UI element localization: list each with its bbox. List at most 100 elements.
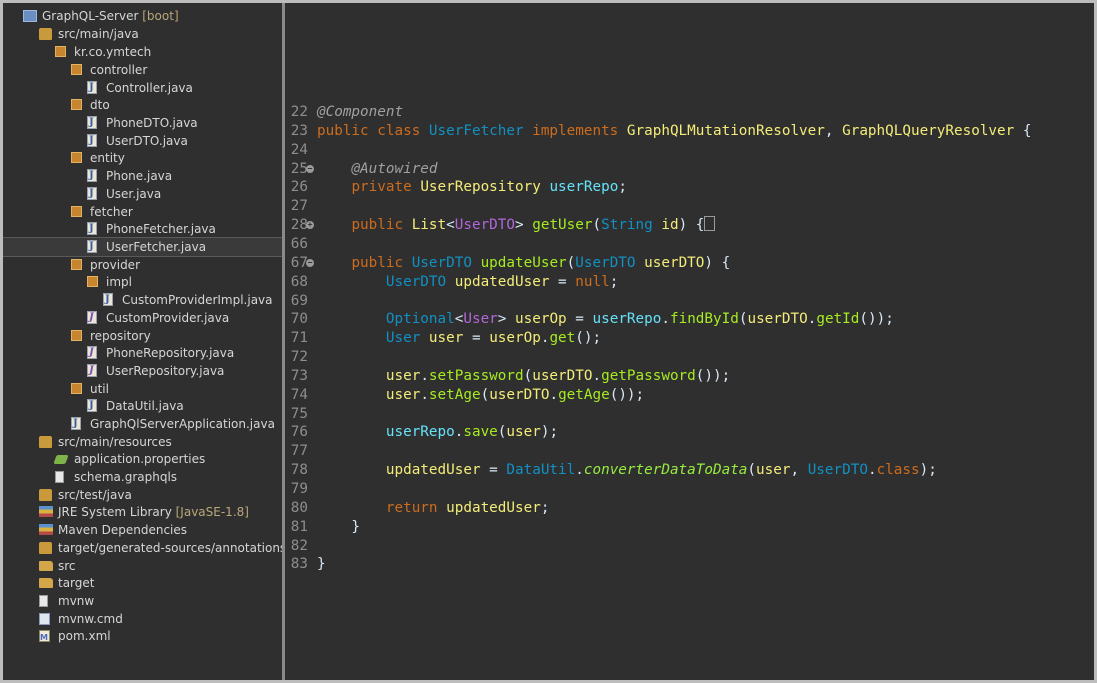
expand-arrow-icon[interactable]: [71, 344, 81, 362]
tree-item[interactable]: src: [3, 557, 282, 575]
expand-arrow-icon[interactable]: [71, 79, 81, 97]
code-editor[interactable]: 22 @Component 23 public class UserFetcher i…: [285, 3, 1094, 680]
tree-item[interactable]: UserDTO.java: [3, 132, 282, 150]
code-line[interactable]: 75: [285, 405, 1094, 424]
expand-arrow-icon[interactable]: [71, 238, 81, 256]
code-line[interactable]: 23 public class UserFetcher implements Gr…: [285, 122, 1094, 141]
code-line[interactable]: 24: [285, 141, 1094, 160]
code-line[interactable]: 74 user.setAge(userDTO.getAge());: [285, 386, 1094, 405]
code-line[interactable]: 68 UserDTO updatedUser = null;: [285, 273, 1094, 292]
code-line[interactable]: 70 Optional<User> userOp = userRepo.find…: [285, 310, 1094, 329]
expand-arrow-icon[interactable]: [71, 114, 81, 132]
collapse-arrow-icon[interactable]: [23, 25, 33, 43]
tree-item[interactable]: src/main/java: [3, 25, 282, 43]
code-line[interactable]: 22 @Component: [285, 103, 1094, 122]
tree-item[interactable]: util: [3, 380, 282, 398]
tree-item[interactable]: target: [3, 574, 282, 592]
tree-item[interactable]: dto: [3, 96, 282, 114]
expand-arrow-icon[interactable]: [23, 521, 33, 539]
tree-item[interactable]: CustomProvider.java: [3, 309, 282, 327]
expand-arrow-icon[interactable]: [23, 503, 33, 521]
expand-arrow-icon[interactable]: [71, 362, 81, 380]
expand-arrow-icon[interactable]: [71, 185, 81, 203]
code-line[interactable]: 71 User user = userOp.get();: [285, 329, 1094, 348]
tree-item[interactable]: CustomProviderImpl.java: [3, 291, 282, 309]
folded-code-marker[interactable]: [704, 216, 716, 231]
collapse-arrow-icon[interactable]: [23, 433, 33, 451]
tree-item[interactable]: Phone.java: [3, 167, 282, 185]
tree-item[interactable]: application.properties: [3, 450, 282, 468]
code-line[interactable]: 79: [285, 480, 1094, 499]
tree-item[interactable]: Controller.java: [3, 79, 282, 97]
collapse-arrow-icon[interactable]: [55, 327, 65, 345]
code-line[interactable]: 27: [285, 197, 1094, 216]
tree-item[interactable]: entity: [3, 149, 282, 167]
code-line[interactable]: 26 private UserRepository userRepo;: [285, 178, 1094, 197]
code-line[interactable]: 82: [285, 537, 1094, 556]
tree-item[interactable]: Maven Dependencies: [3, 521, 282, 539]
expand-arrow-icon[interactable]: [71, 397, 81, 415]
tree-item[interactable]: JRE System Library [JavaSE-1.8]: [3, 503, 282, 521]
tree-item[interactable]: repository: [3, 327, 282, 345]
tree-item[interactable]: impl: [3, 273, 282, 291]
tree-item[interactable]: pom.xml: [3, 627, 282, 647]
code-line[interactable]: 69: [285, 292, 1094, 311]
collapse-arrow-icon[interactable]: [55, 96, 65, 114]
line-number: 76: [290, 424, 308, 440]
collapse-arrow-icon[interactable]: [71, 273, 81, 291]
collapse-fold-icon[interactable]: −: [306, 259, 314, 267]
collapse-arrow-icon[interactable]: [55, 203, 65, 221]
expand-arrow-icon[interactable]: [71, 132, 81, 150]
collapse-arrow-icon[interactable]: [7, 7, 17, 25]
collapse-fold-icon[interactable]: −: [306, 165, 314, 173]
code-line[interactable]: 76 userRepo.save(user);: [285, 423, 1094, 442]
expand-fold-icon[interactable]: +: [306, 221, 314, 229]
tree-item[interactable]: GraphQL-Server [boot]: [3, 7, 282, 25]
collapse-arrow-icon[interactable]: [39, 43, 49, 61]
tree-item[interactable]: mvnw: [3, 592, 282, 610]
code-line[interactable]: 77: [285, 442, 1094, 461]
code-line[interactable]: 25− @Autowired: [285, 160, 1094, 179]
expand-arrow-icon[interactable]: [55, 415, 65, 433]
code-token: Optional: [385, 311, 455, 327]
tree-item[interactable]: target/generated-sources/annotations: [3, 539, 282, 557]
tree-item[interactable]: UserRepository.java: [3, 362, 282, 380]
collapse-arrow-icon[interactable]: [55, 61, 65, 79]
tree-item[interactable]: UserFetcher.java: [3, 237, 282, 257]
package-explorer[interactable]: GraphQL-Server [boot] src/main/java kr.co.…: [3, 3, 282, 680]
expand-arrow-icon[interactable]: [23, 486, 33, 504]
code-line[interactable]: 83}: [285, 555, 1094, 574]
expand-arrow-icon[interactable]: [87, 291, 97, 309]
tree-item[interactable]: PhoneFetcher.java: [3, 220, 282, 238]
tree-item[interactable]: kr.co.ymtech: [3, 43, 282, 61]
tree-item[interactable]: provider: [3, 256, 282, 274]
tree-item[interactable]: schema.graphqls: [3, 468, 282, 486]
tree-item[interactable]: PhoneRepository.java: [3, 344, 282, 362]
tree-item[interactable]: fetcher: [3, 203, 282, 221]
collapse-arrow-icon[interactable]: [55, 380, 65, 398]
code-line[interactable]: 80 return updatedUser;: [285, 499, 1094, 518]
collapse-arrow-icon[interactable]: [55, 149, 65, 167]
code-line[interactable]: 67− public UserDTO updateUser(UserDTO us…: [285, 254, 1094, 273]
tree-item[interactable]: User.java: [3, 185, 282, 203]
tree-item[interactable]: src/main/resources: [3, 433, 282, 451]
code-line[interactable]: 81 }: [285, 518, 1094, 537]
expand-arrow-icon[interactable]: [71, 167, 81, 185]
expand-arrow-icon[interactable]: [23, 574, 33, 592]
tree-item[interactable]: DataUtil.java: [3, 397, 282, 415]
code-line[interactable]: 72: [285, 348, 1094, 367]
collapse-arrow-icon[interactable]: [55, 256, 65, 274]
code-line[interactable]: 28 + public List<UserDTO> getUser(String …: [285, 216, 1094, 235]
tree-item[interactable]: controller: [3, 61, 282, 79]
code-line[interactable]: 66: [285, 235, 1094, 254]
code-line[interactable]: 73 user.setPassword(userDTO.getPassword(…: [285, 367, 1094, 386]
tree-item[interactable]: mvnw.cmd: [3, 610, 282, 628]
expand-arrow-icon[interactable]: [71, 309, 81, 327]
tree-item[interactable]: src/test/java: [3, 486, 282, 504]
tree-item[interactable]: PhoneDTO.java: [3, 114, 282, 132]
expand-arrow-icon[interactable]: [71, 220, 81, 238]
code-line[interactable]: 78 updatedUser = DataUtil.converterDataT…: [285, 461, 1094, 480]
tree-item[interactable]: GraphQlServerApplication.java: [3, 415, 282, 433]
expand-arrow-icon[interactable]: [23, 557, 33, 575]
